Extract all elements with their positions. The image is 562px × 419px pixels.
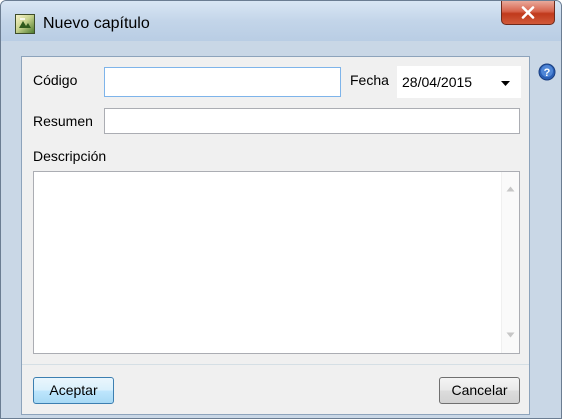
codigo-input[interactable] xyxy=(104,67,341,97)
window-title: Nuevo capítulo xyxy=(43,15,150,32)
close-icon xyxy=(521,6,535,19)
svg-text:?: ? xyxy=(544,67,551,79)
dialog-body: Código Fecha 28/04/2015 Resumen Descripc… xyxy=(21,56,530,415)
scroll-up-icon[interactable] xyxy=(506,186,515,192)
close-button[interactable] xyxy=(501,1,555,25)
chevron-down-icon[interactable] xyxy=(500,80,511,87)
dialog-window: Nuevo capítulo ? Código Fecha 28/04/2015… xyxy=(0,0,562,419)
descripcion-label: Descripción xyxy=(33,148,107,164)
scroll-down-icon[interactable] xyxy=(506,332,515,338)
vertical-scrollbar[interactable] xyxy=(501,172,519,353)
fecha-value: 28/04/2015 xyxy=(402,74,473,90)
button-bar-divider xyxy=(22,364,529,365)
resumen-input[interactable] xyxy=(104,108,520,134)
fecha-label: Fecha xyxy=(350,72,389,88)
cancel-button[interactable]: Cancelar xyxy=(439,377,520,404)
help-icon[interactable]: ? xyxy=(538,63,556,81)
fecha-date-picker[interactable]: 28/04/2015 xyxy=(397,66,521,98)
title-bar[interactable]: Nuevo capítulo xyxy=(1,1,561,41)
app-icon[interactable] xyxy=(15,14,35,34)
accept-button[interactable]: Aceptar xyxy=(33,377,114,404)
codigo-label: Código xyxy=(33,72,78,88)
descripcion-textarea[interactable] xyxy=(33,171,520,354)
resumen-label: Resumen xyxy=(33,113,93,129)
